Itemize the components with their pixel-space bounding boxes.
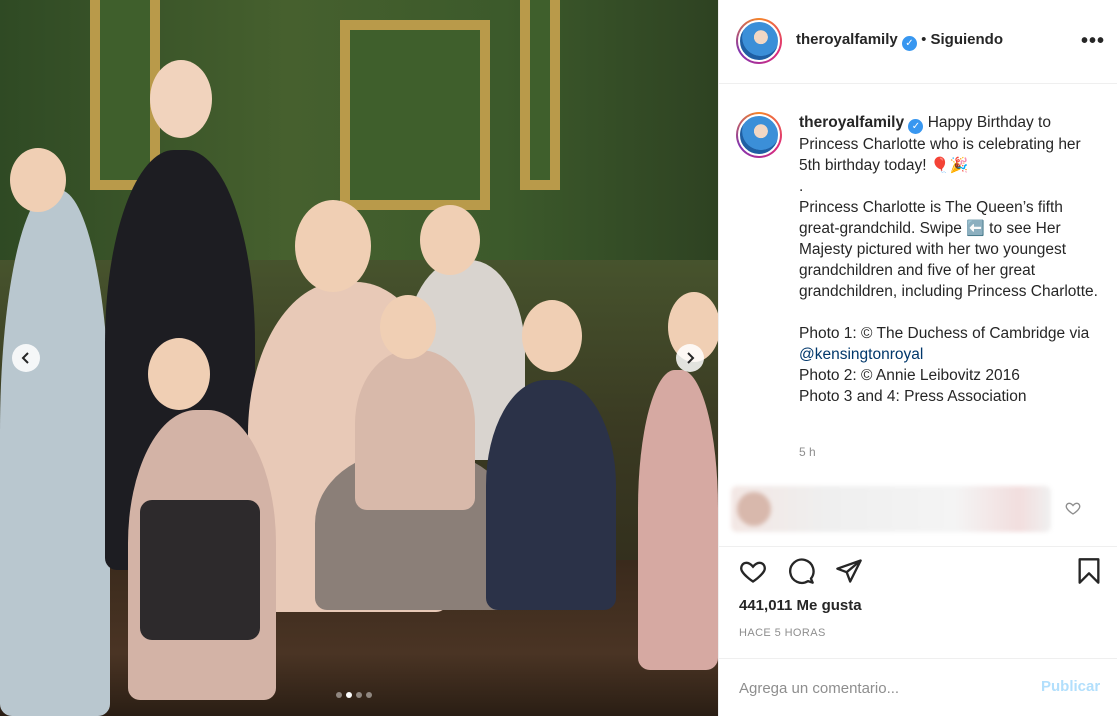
photo-handbag	[140, 500, 260, 640]
balloon-party-emoji: 🎈🎉	[930, 157, 969, 174]
carousel-prev-button[interactable]	[12, 344, 40, 372]
post-sidebar: theroyalfamily ✓ • Siguiendo ••• theroya…	[718, 0, 1117, 716]
verified-badge-icon: ✓	[901, 36, 917, 51]
caption-body: theroyalfamily ✓ Happy Birthday to Princ…	[799, 112, 1099, 407]
photo-figure-boy-left	[0, 190, 110, 716]
photo-head	[10, 148, 66, 212]
photo-head	[380, 295, 436, 359]
caption-dot: .	[799, 178, 804, 195]
caption-text: Photo 1: © The Duchess of Cambridge via	[799, 325, 1090, 342]
username-link[interactable]: theroyalfamily	[796, 31, 898, 48]
bookmark-icon[interactable]	[1075, 557, 1103, 585]
caption-paragraph-2: Princess Charlotte is The Queen’s fifth …	[799, 197, 1099, 302]
photo-head	[522, 300, 582, 372]
comment-bubble-icon[interactable]	[787, 557, 815, 585]
left-arrow-emoji: ⬅️	[966, 220, 985, 237]
more-options-icon[interactable]: •••	[1081, 30, 1105, 53]
chevron-left-icon	[21, 352, 29, 364]
carousel-dots	[336, 692, 372, 698]
photo-figure-girl-right	[638, 370, 718, 670]
carousel-next-button[interactable]	[676, 344, 704, 372]
paper-plane-icon[interactable]	[835, 557, 863, 585]
photo-head	[148, 338, 210, 410]
caption-paragraph-1: theroyalfamily ✓ Happy Birthday to Princ…	[799, 112, 1099, 176]
carousel-dot	[336, 692, 342, 698]
photo-figure-baby	[355, 350, 475, 510]
avatar[interactable]	[736, 18, 782, 64]
photo-right-frame	[520, 0, 560, 190]
comment-input[interactable]	[739, 677, 1019, 699]
chevron-right-icon	[687, 352, 695, 364]
mention-link[interactable]: @kensingtonroyal	[799, 346, 923, 363]
post-age[interactable]: HACE 5 HORAS	[739, 627, 826, 639]
carousel-dot-active	[346, 692, 352, 698]
heart-icon[interactable]	[739, 557, 767, 585]
photo-mirror-frame	[340, 20, 490, 210]
verified-badge-icon: ✓	[908, 119, 924, 134]
photo-head	[420, 205, 480, 275]
caption-credit-1: Photo 1: © The Duchess of Cambridge via …	[799, 323, 1099, 365]
post-comment-button[interactable]: Publicar	[1041, 678, 1100, 695]
caption-credit-2: Photo 2: © Annie Leibovitz 2016	[799, 367, 1020, 384]
carousel-dot	[366, 692, 372, 698]
blurred-comment	[731, 486, 1051, 532]
post-header-meta: theroyalfamily ✓ • Siguiendo	[796, 31, 1003, 51]
caption-timestamp[interactable]: 5 h	[799, 445, 816, 459]
post-header: theroyalfamily ✓ • Siguiendo •••	[719, 0, 1117, 84]
caption-username-link[interactable]: theroyalfamily	[799, 114, 904, 131]
caption-credit-3: Photo 3 and 4: Press Association	[799, 388, 1027, 405]
comment-like-heart-icon[interactable]	[1065, 500, 1081, 516]
photo-head	[295, 200, 371, 292]
separator: •	[921, 31, 927, 48]
post-photo[interactable]	[0, 0, 718, 716]
carousel-dot	[356, 692, 362, 698]
following-button[interactable]: Siguiendo	[931, 31, 1004, 48]
photo-head	[150, 60, 212, 138]
like-count[interactable]: 441,011 Me gusta	[739, 597, 862, 614]
comment-form: Publicar	[719, 658, 1117, 716]
avatar[interactable]	[736, 112, 782, 158]
photo-figure-george	[486, 380, 616, 610]
